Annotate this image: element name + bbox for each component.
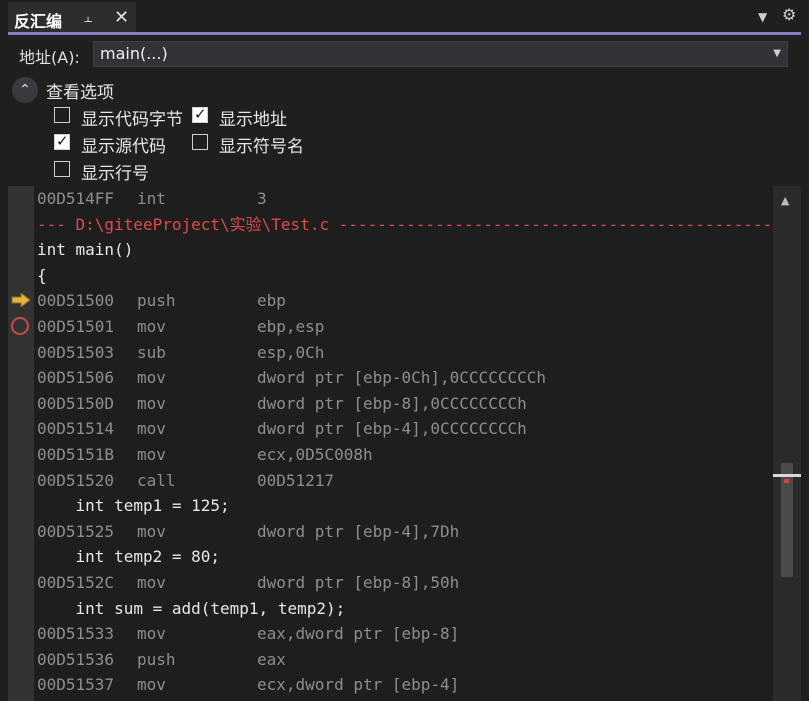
source-line[interactable]: int sum = add(temp1, temp2); (37, 596, 346, 622)
instruction-operands: ecx,0D5C008h (257, 445, 373, 464)
instruction-operands: dword ptr [ebp-0Ch],0CCCCCCCCh (257, 368, 546, 388)
checkbox-show-code-bytes[interactable] (54, 107, 70, 123)
instruction-address: 00D51500 (37, 291, 115, 311)
address-combobox[interactable]: main(...) ▼ (93, 41, 788, 67)
instruction-mnemonic: int (137, 189, 166, 208)
instruction-address: 00D5150D (37, 393, 115, 413)
current-instruction-arrow-icon (11, 293, 31, 307)
checkbox-label: 显示代码字节 (81, 110, 183, 130)
address-label: 地址(A): (19, 48, 80, 67)
scroll-up-arrow-icon[interactable]: ▲ (781, 194, 789, 207)
instruction-mnemonic: mov (137, 675, 166, 695)
instruction-address: 00D5151B (37, 445, 115, 464)
asm-line[interactable]: 00D51525 mov dword ptr [ebp-4],7Dh (37, 519, 459, 545)
pin-icon[interactable]: ⫠ (84, 10, 92, 26)
instruction-operands: ecx,dword ptr [ebp-4] (257, 675, 460, 695)
instruction-operands: dword ptr [ebp-8],0CCCCCCCCh (257, 393, 527, 413)
check-icon: ✓ (56, 132, 69, 150)
chevron-down-icon[interactable]: ▼ (773, 48, 781, 59)
view-options-title: 查看选项 (46, 83, 114, 103)
asm-line[interactable]: 00D51533 mov eax,dword ptr [ebp-8] (37, 621, 459, 647)
source-file-separator[interactable]: --- D:\giteeProject\实验\Test.c ----------… (37, 212, 773, 238)
indicator-margin[interactable] (8, 186, 34, 701)
instruction-mnemonic: sub (137, 342, 166, 362)
instruction-address: 00D51536 (37, 649, 115, 669)
source-line[interactable]: int main() (37, 237, 133, 263)
instruction-mnemonic: mov (137, 521, 166, 541)
asm-line[interactable]: 00D51537 mov ecx,dword ptr [ebp-4] (37, 672, 459, 698)
address-value: main(...) (100, 44, 168, 63)
source-line[interactable]: int temp1 = 125; (37, 493, 230, 519)
asm-line[interactable]: 00D51520 call 00D51217 (37, 468, 334, 494)
close-icon[interactable]: ✕ (114, 7, 129, 28)
instruction-operands: esp,0Ch (257, 342, 325, 362)
asm-line[interactable]: 00D51514 mov dword ptr [ebp-4],0CCCCCCCCh (37, 416, 527, 442)
checkbox-label: 显示地址 (219, 110, 287, 130)
instruction-mnemonic: call (137, 470, 176, 490)
instruction-operands: 3 (257, 189, 267, 208)
instruction-address: 00D51525 (37, 521, 115, 541)
instruction-mnemonic: mov (137, 445, 166, 464)
tab-bar: 反汇编 ⫠ ✕ ▼ ⚙ (0, 0, 809, 35)
instruction-mnemonic: push (137, 291, 176, 311)
instruction-address: 00D51520 (37, 470, 115, 490)
instruction-address: 00D51514 (37, 419, 115, 439)
disassembly-code-view[interactable]: 00D514FF int 3 --- D:\giteeProject\实验\Test.… (8, 186, 773, 701)
instruction-operands: dword ptr [ebp-4],0CCCCCCCCh (257, 419, 527, 439)
instruction-operands: ebp,esp (257, 317, 325, 336)
scroll-position-marker (773, 474, 801, 477)
breakpoint-scroll-marker (784, 479, 789, 483)
asm-line[interactable]: 00D5152C mov dword ptr [ebp-8],50h (37, 570, 459, 596)
instruction-mnemonic: mov (137, 419, 166, 439)
instruction-operands: dword ptr [ebp-8],50h (257, 573, 460, 592)
tab-title: 反汇编 (14, 12, 63, 31)
instruction-operands: eax (257, 649, 286, 669)
asm-line[interactable]: 00D51500 push ebp (37, 288, 286, 314)
instruction-mnemonic: push (137, 649, 176, 669)
instruction-operands: eax,dword ptr [ebp-8] (257, 624, 460, 644)
instruction-address: 00D51537 (37, 675, 115, 695)
breakpoint-icon[interactable] (11, 317, 29, 335)
instruction-address: 00D51503 (37, 342, 115, 362)
checkbox-show-address[interactable]: ✓ (192, 105, 208, 123)
checkbox-label: 显示源代码 (81, 137, 166, 157)
instruction-mnemonic: mov (137, 317, 166, 336)
instruction-address: 00D514FF (37, 189, 115, 208)
checkbox-show-line-numbers[interactable] (54, 161, 70, 177)
instruction-address: 00D51533 (37, 624, 115, 644)
check-icon: ✓ (194, 105, 207, 123)
instruction-address: 00D5152C (37, 573, 115, 592)
instruction-mnemonic: mov (137, 368, 166, 388)
collapse-options-button[interactable]: ⌃ (12, 77, 38, 103)
source-line[interactable]: { (37, 263, 47, 289)
instruction-mnemonic: mov (137, 624, 166, 644)
tab-accent-line (8, 32, 801, 35)
instruction-operands: dword ptr [ebp-4],7Dh (257, 521, 460, 541)
gear-icon[interactable]: ⚙ (782, 5, 796, 24)
checkbox-show-symbol-names[interactable] (192, 134, 208, 150)
asm-line[interactable]: 00D5151B mov ecx,0D5C008h (37, 442, 373, 468)
asm-line[interactable]: 00D5150D mov dword ptr [ebp-8],0CCCCCCCCh (37, 391, 527, 417)
instruction-operands: ebp (257, 291, 286, 311)
checkbox-show-source[interactable]: ✓ (54, 132, 70, 150)
checkbox-label: 显示符号名 (219, 137, 304, 157)
source-line[interactable]: int temp2 = 80; (37, 544, 221, 570)
tab-disassembly[interactable]: 反汇编 ⫠ ✕ (8, 2, 136, 34)
vertical-scrollbar[interactable]: ▲ (773, 186, 801, 701)
instruction-address: 00D51501 (37, 317, 115, 336)
instruction-mnemonic: mov (137, 573, 166, 592)
asm-line[interactable]: 00D51536 push eax (37, 647, 286, 673)
checkbox-label: 显示行号 (81, 164, 149, 184)
asm-line[interactable]: 00D514FF int 3 (37, 186, 267, 212)
asm-line[interactable]: 00D51506 mov dword ptr [ebp-0Ch],0CCCCCCCC… (37, 365, 546, 391)
chevron-down-icon[interactable]: ▼ (758, 10, 767, 24)
instruction-operands: 00D51217 (257, 470, 335, 490)
asm-line[interactable]: 00D51503 sub esp,0Ch (37, 340, 324, 366)
asm-line[interactable]: 00D51501 mov ebp,esp (37, 314, 324, 340)
instruction-address: 00D51506 (37, 368, 115, 388)
disassembly-window: 反汇编 ⫠ ✕ ▼ ⚙ 地址(A): main(...) ▼ ⌃ 查看选项 显示… (0, 0, 809, 701)
instruction-mnemonic: mov (137, 393, 166, 413)
